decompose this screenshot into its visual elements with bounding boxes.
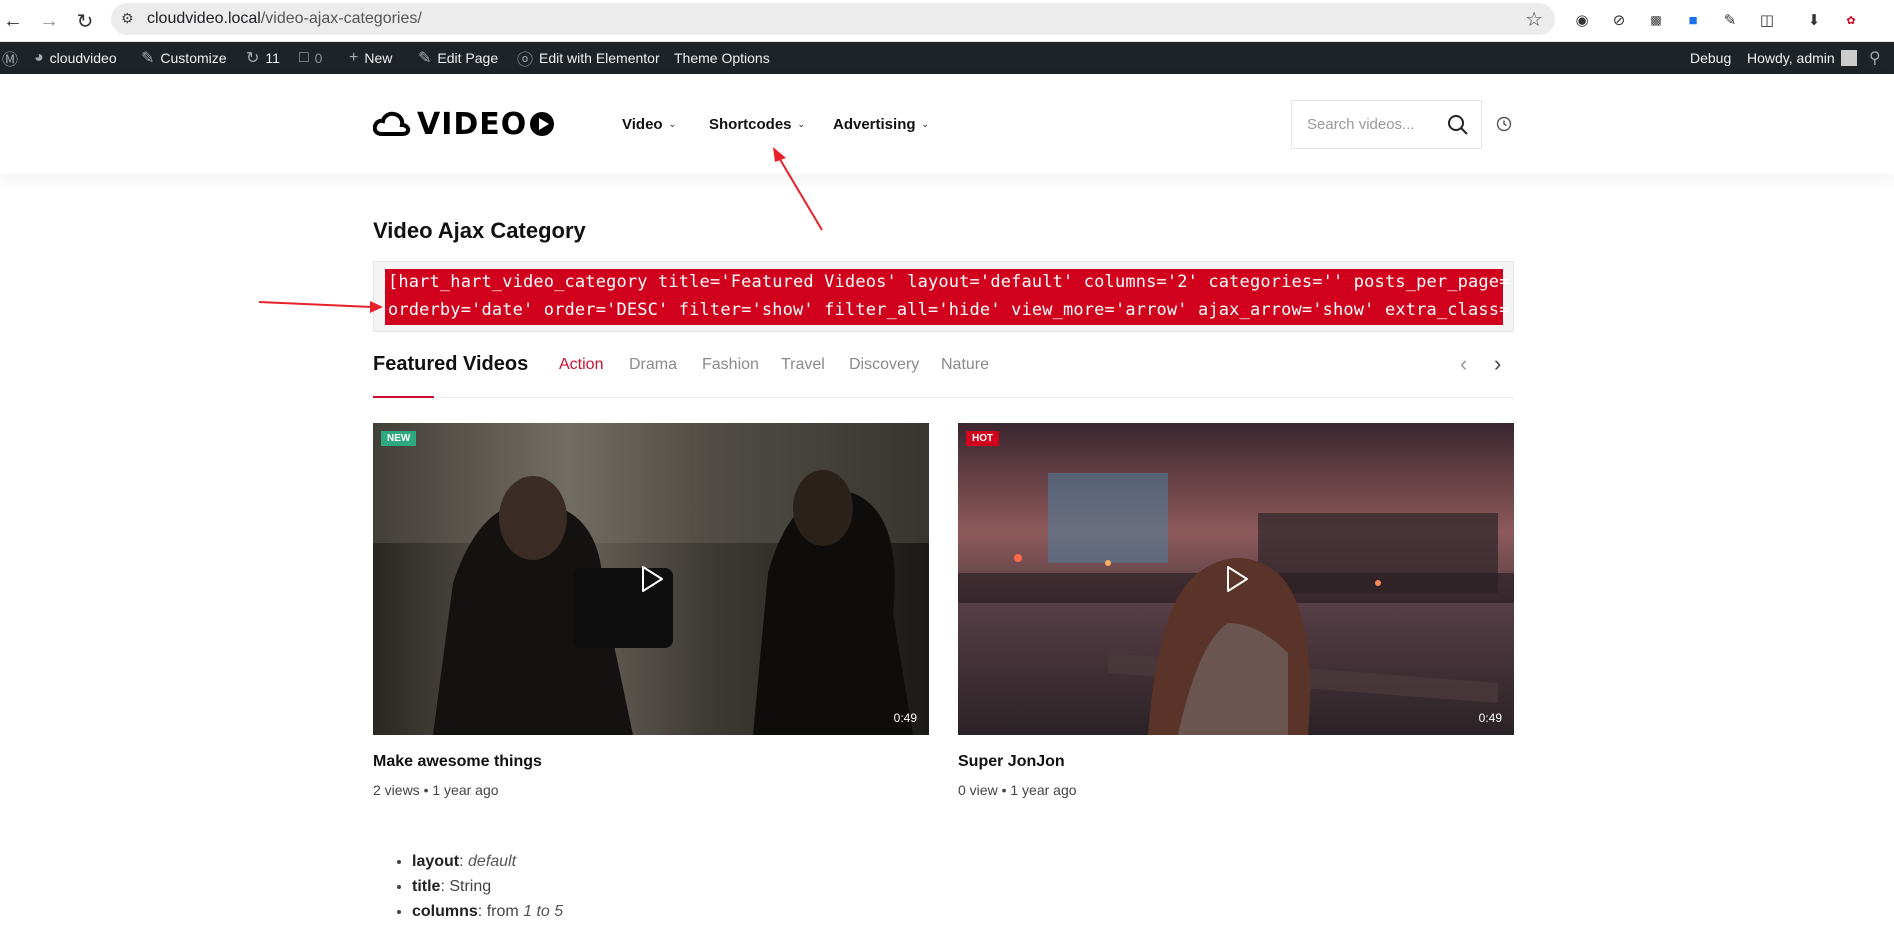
menu-video[interactable]: Video ⌄ xyxy=(622,116,676,133)
chevron-down-icon: ⌄ xyxy=(668,119,677,129)
updates-link[interactable]: ↻ 11 xyxy=(246,42,280,74)
chevron-down-icon: ⌄ xyxy=(921,119,930,129)
site-logo[interactable]: VIDEO xyxy=(373,107,555,142)
wordpress-logo-icon[interactable]: Ⓜ xyxy=(2,42,18,74)
list-item: layout: default xyxy=(412,853,563,871)
tab-action[interactable]: Action xyxy=(559,356,603,374)
shortcode-line-2: orderby='date' order='DESC' filter='show… xyxy=(388,300,1541,320)
video-meta: 0 view • 1 year ago xyxy=(958,782,1077,798)
parameter-list: layout: default title: String columns: f… xyxy=(412,853,563,928)
title-underline xyxy=(373,396,434,398)
cloud-logo-icon xyxy=(373,111,411,136)
qr-code-icon[interactable]: ▩ xyxy=(1645,9,1667,31)
site-name-link[interactable]: ◕ cloudvideo xyxy=(34,42,117,74)
video-thumbnail[interactable]: HOT 0:49 xyxy=(958,423,1514,735)
browser-toolbar: ← → ↻ ⚙ cloudvideo.local/video-ajax-cate… xyxy=(0,0,1894,42)
extension-icon-2[interactable]: ⊘ xyxy=(1608,9,1630,31)
debug-link[interactable]: Debug xyxy=(1690,42,1731,74)
tab-fashion[interactable]: Fashion xyxy=(702,356,759,374)
status-badge: NEW xyxy=(381,431,417,446)
site-info-icon[interactable]: ⚙ xyxy=(121,10,139,28)
video-meta: 2 views • 1 year ago xyxy=(373,782,499,798)
play-icon[interactable] xyxy=(1221,564,1251,594)
tab-drama[interactable]: Drama xyxy=(629,356,677,374)
edit-page-link[interactable]: ✎ Edit Page xyxy=(418,42,498,74)
comment-icon: □ xyxy=(299,49,309,66)
search-icon[interactable]: ⚲ xyxy=(1869,42,1881,74)
new-content-link[interactable]: + New xyxy=(349,42,392,74)
extension-icon-1[interactable]: ◉ xyxy=(1571,9,1593,31)
tab-discovery[interactable]: Discovery xyxy=(849,356,919,374)
extension-icon-3[interactable]: ■ xyxy=(1682,9,1704,31)
address-bar[interactable]: ⚙ cloudvideo.local/video-ajax-categories… xyxy=(111,3,1555,35)
shortcode-block: [hart_hart_video_category title='Feature… xyxy=(373,261,1541,332)
theme-options-link[interactable]: Theme Options xyxy=(674,42,770,74)
eyedropper-icon[interactable]: ✎ xyxy=(1719,9,1741,31)
page-title: Video Ajax Category xyxy=(373,218,586,243)
brush-icon: ✎ xyxy=(141,50,155,67)
avatar xyxy=(1840,50,1857,66)
profile-extension-icon[interactable]: ✿ xyxy=(1840,9,1862,31)
forward-icon[interactable]: → xyxy=(36,8,62,34)
menu-shortcodes[interactable]: Shortcodes ⌄ xyxy=(709,116,805,133)
account-menu[interactable]: Howdy, admin xyxy=(1747,42,1857,74)
video-title[interactable]: Super JonJon xyxy=(958,753,1065,771)
chevron-down-icon: ⌄ xyxy=(797,119,806,129)
video-title[interactable]: Make awesome things xyxy=(373,753,542,771)
video-duration: 0:49 xyxy=(893,711,917,725)
play-logo-icon xyxy=(530,112,555,136)
bookmark-star-icon[interactable]: ☆ xyxy=(1525,7,1543,32)
pencil-icon: ✎ xyxy=(418,50,432,67)
site-header: VIDEO Video ⌄ Shortcodes ⌄ Advertising ⌄ Se… xyxy=(0,74,1894,174)
section-divider xyxy=(373,397,1514,398)
menu-advertising[interactable]: Advertising ⌄ xyxy=(833,116,929,133)
customize-link[interactable]: ✎ Customize xyxy=(141,42,227,74)
updates-icon: ↻ xyxy=(246,50,260,67)
puzzle-extensions-icon[interactable]: ◫ xyxy=(1756,9,1778,31)
annotation-arrow-shortcode-block xyxy=(258,301,383,313)
search-input[interactable]: Search videos... xyxy=(1291,100,1482,149)
video-thumbnail[interactable]: NEW 0:49 xyxy=(373,423,929,735)
plus-icon: + xyxy=(349,49,359,66)
edit-elementor-link[interactable]: ⓞ Edit with Elementor xyxy=(517,42,660,74)
tab-travel[interactable]: Travel xyxy=(781,356,825,374)
search-icon[interactable] xyxy=(1447,114,1469,136)
history-clock-icon[interactable] xyxy=(1496,116,1512,132)
dashboard-icon: ◕ xyxy=(34,49,44,66)
back-icon[interactable]: ← xyxy=(0,8,26,34)
next-arrow-icon[interactable]: › xyxy=(1494,351,1501,377)
featured-videos-title: Featured Videos xyxy=(373,353,529,375)
reload-icon[interactable]: ↻ xyxy=(72,8,98,34)
elementor-icon: ⓞ xyxy=(517,52,534,69)
wp-admin-bar: Ⓜ ◕ cloudvideo ✎ Customize ↻ 11 □ 0 + New ✎ Ed… xyxy=(0,42,1894,74)
download-icon[interactable]: ⬇ xyxy=(1803,9,1825,31)
url-text[interactable]: cloudvideo.local/video-ajax-categories/ xyxy=(147,10,422,28)
status-badge: HOT xyxy=(966,431,1000,446)
tab-nature[interactable]: Nature xyxy=(941,356,989,374)
shortcode-line-1: [hart_hart_video_category title='Feature… xyxy=(388,272,1541,292)
play-icon[interactable] xyxy=(636,564,666,594)
prev-arrow-icon[interactable]: ‹ xyxy=(1460,351,1467,377)
comments-link[interactable]: □ 0 xyxy=(299,42,322,74)
list-item: title: String xyxy=(412,878,563,896)
video-duration: 0:49 xyxy=(1478,711,1502,725)
list-item: columns: from 1 to 5 xyxy=(412,903,563,921)
